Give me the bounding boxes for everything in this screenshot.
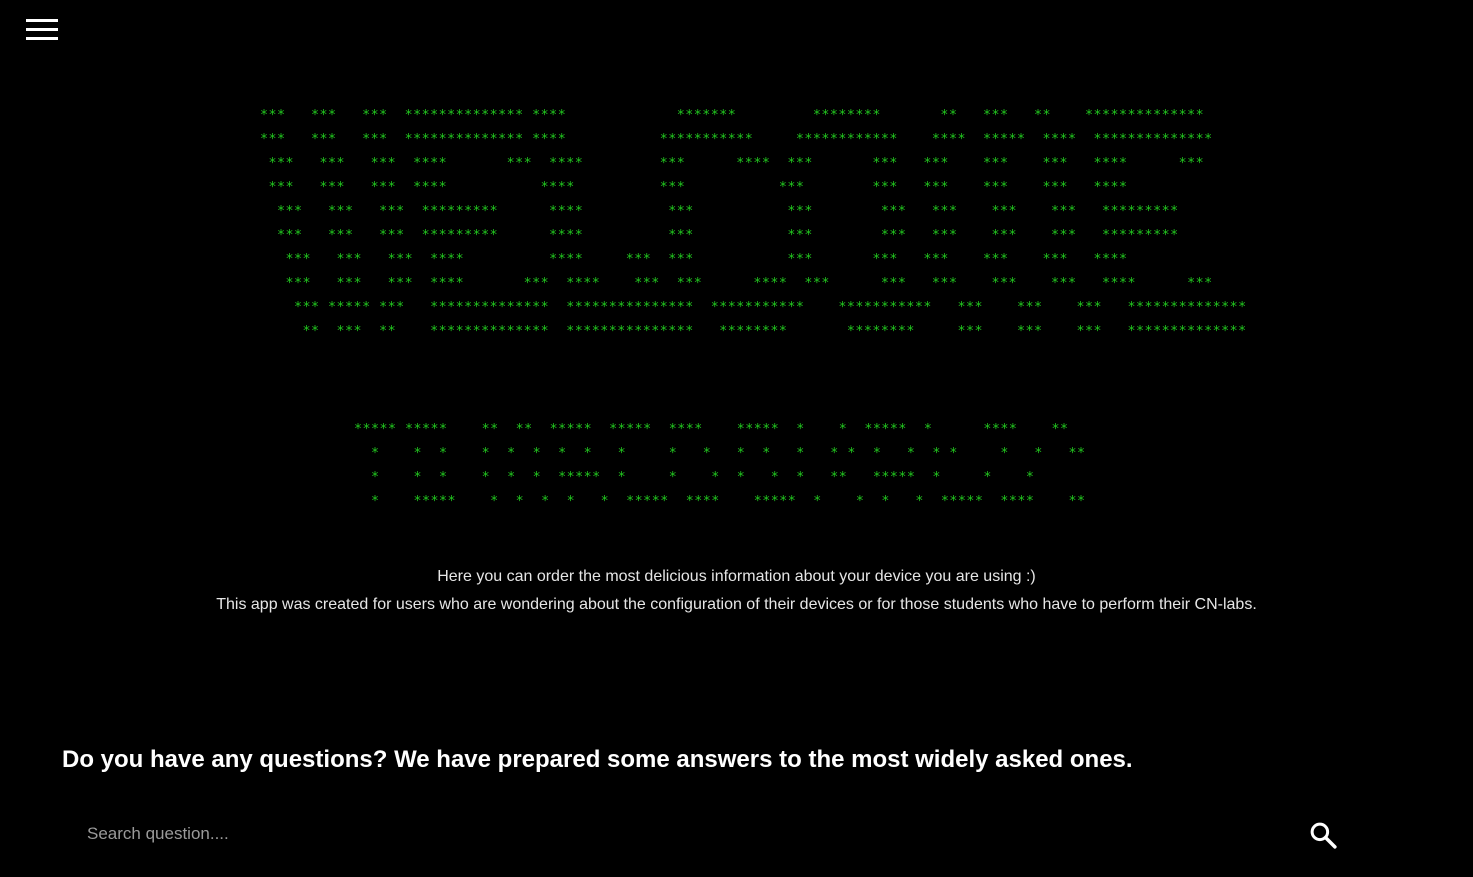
ascii-title-banner: *** *** *** ************** **** ******* … xyxy=(260,108,1247,339)
faq-heading: Do you have any questions? We have prepa… xyxy=(62,746,1133,773)
ascii-subtitle-banner: ***** ***** ** ** ***** ***** **** *****… xyxy=(354,422,1086,509)
page: *** *** *** ************** **** ******* … xyxy=(0,0,1473,877)
menu-bar xyxy=(26,19,58,22)
menu-bar xyxy=(26,37,58,40)
intro-line-2: This app was created for users who are w… xyxy=(216,596,1257,613)
hamburger-menu-icon[interactable] xyxy=(26,18,58,42)
search-icon[interactable] xyxy=(1308,820,1338,850)
search-input[interactable] xyxy=(70,812,1290,856)
faq-search-bar xyxy=(70,812,1350,856)
menu-bar xyxy=(26,28,58,31)
intro-line-1: Here you can order the most delicious in… xyxy=(437,568,1036,585)
